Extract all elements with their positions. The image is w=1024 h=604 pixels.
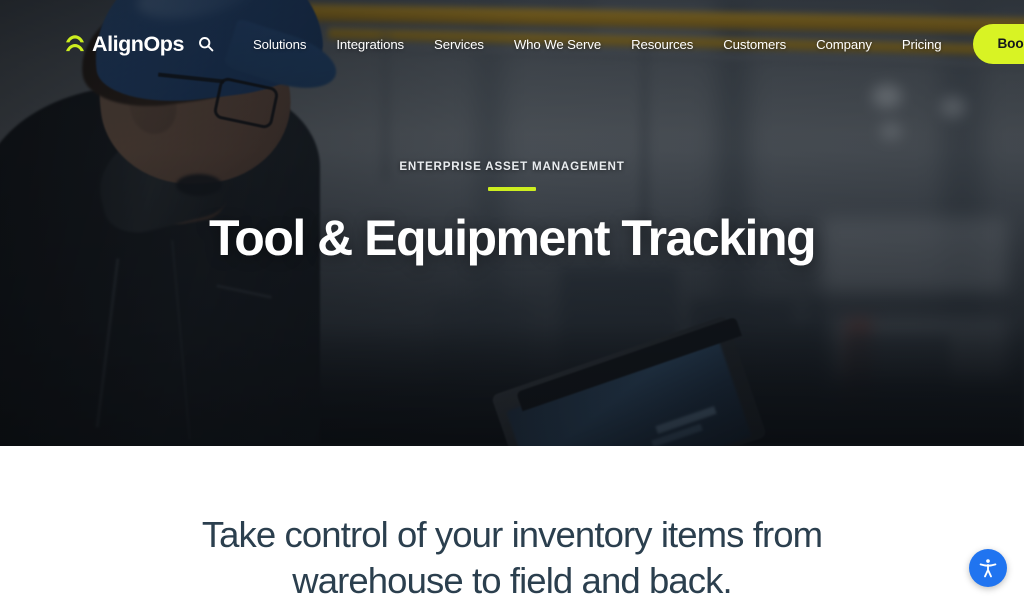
hero-section: AlignOps Solutions Integrations Services…: [0, 0, 1024, 446]
nav-item-pricing[interactable]: Pricing: [887, 31, 957, 58]
brand-name-text: AlignOps: [92, 31, 184, 56]
search-icon: [199, 37, 214, 52]
nav-item-solutions[interactable]: Solutions: [238, 31, 321, 58]
nav-item-company[interactable]: Company: [801, 31, 887, 58]
section-heading: Take control of your inventory items fro…: [201, 514, 823, 601]
search-button[interactable]: [195, 33, 217, 55]
hero-title: Tool & Equipment Tracking: [208, 209, 817, 266]
hero-eyebrow: ENTERPRISE ASSET MANAGEMENT: [399, 160, 625, 173]
intro-section: Take control of your inventory items fro…: [0, 446, 1024, 604]
nav-item-resources[interactable]: Resources: [616, 31, 708, 58]
alignops-chevron-logo-icon: [66, 35, 84, 52]
book-a-demo-button[interactable]: Book a Demo: [973, 24, 1024, 64]
accessibility-person-icon: [979, 559, 997, 578]
hero-content: ENTERPRISE ASSET MANAGEMENT Tool & Equip…: [0, 160, 1024, 265]
hero-accent-rule: [488, 187, 536, 191]
nav-item-integrations[interactable]: Integrations: [321, 31, 419, 58]
page-root: AlignOps Solutions Integrations Services…: [0, 0, 1024, 604]
nav-item-services[interactable]: Services: [419, 31, 499, 58]
nav-links-list: Solutions Integrations Services Who We S…: [238, 31, 956, 58]
accessibility-widget-button[interactable]: [969, 549, 1007, 587]
nav-item-customers[interactable]: Customers: [708, 31, 801, 58]
brand-logo-link[interactable]: AlignOps: [64, 32, 184, 57]
nav-item-who-we-serve[interactable]: Who We Serve: [499, 31, 616, 58]
main-navigation: AlignOps Solutions Integrations Services…: [0, 0, 1024, 88]
